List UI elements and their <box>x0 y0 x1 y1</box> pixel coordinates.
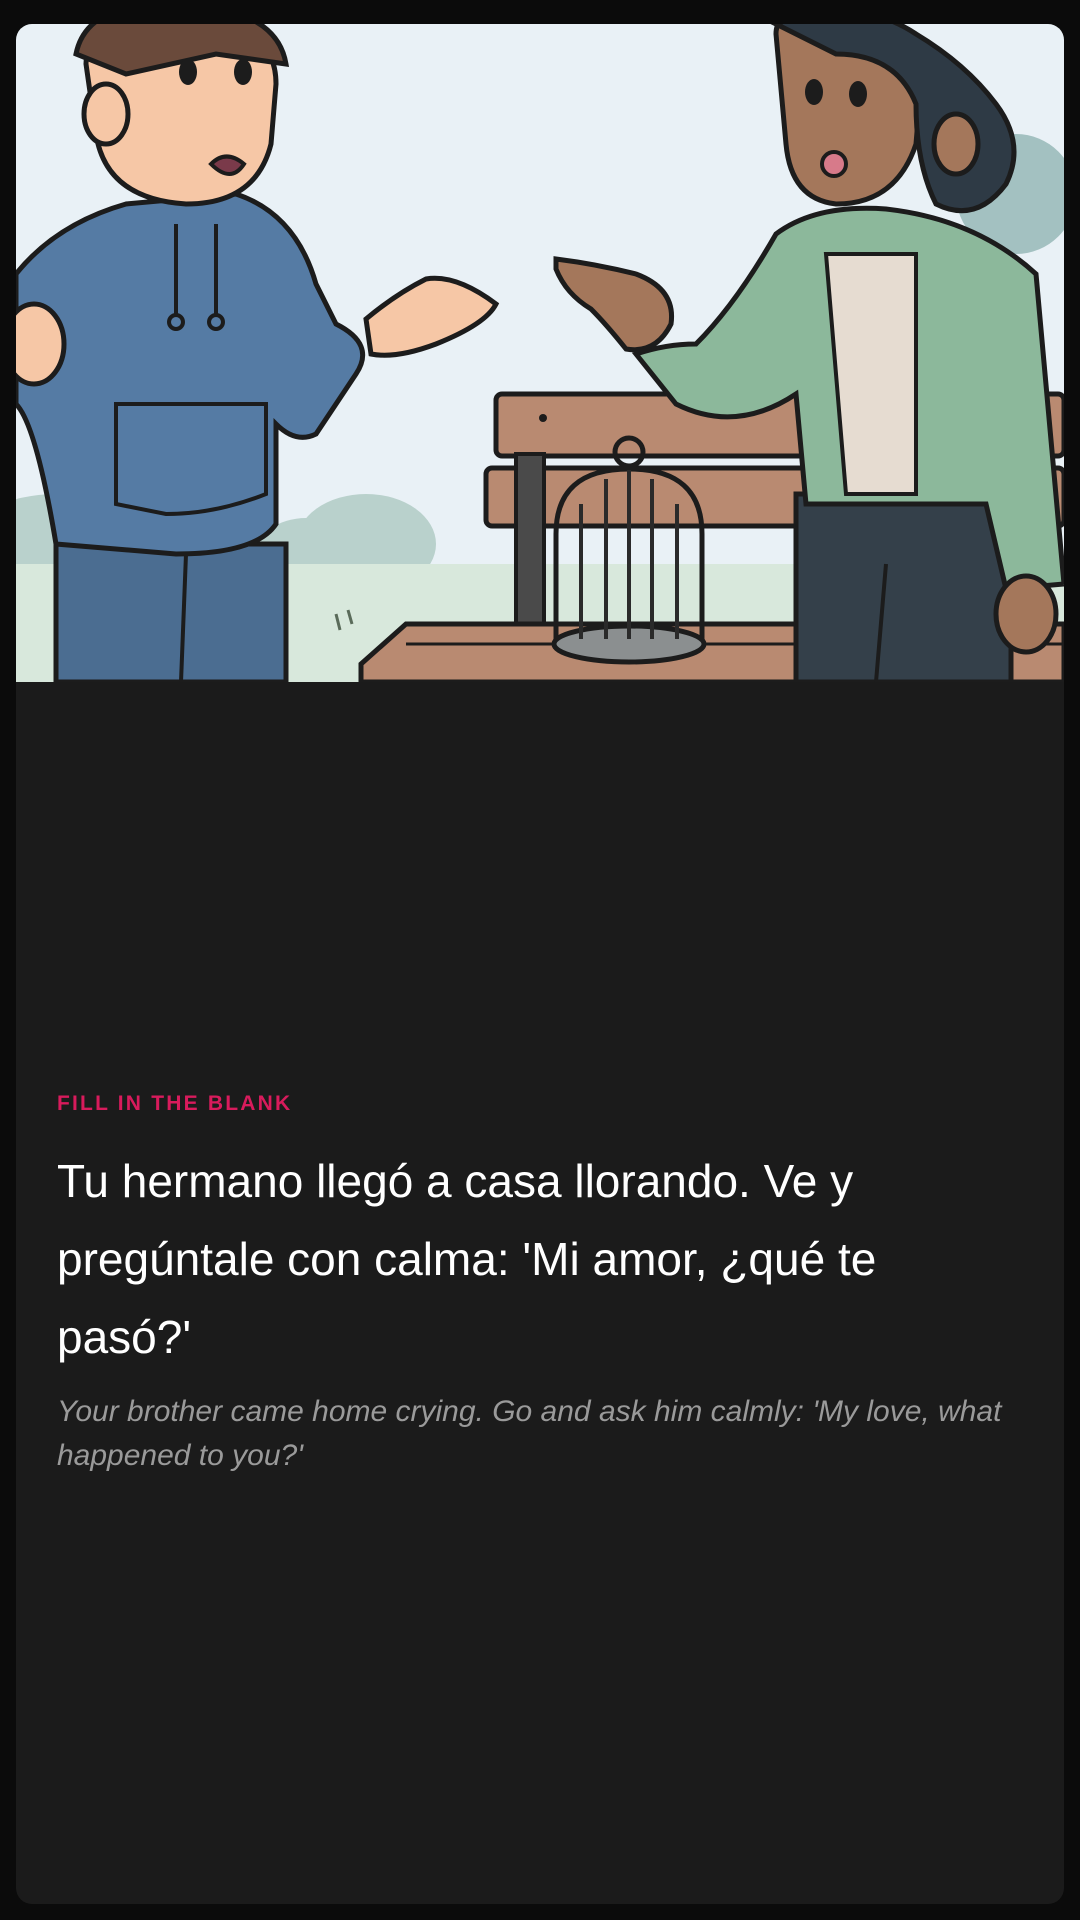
exercise-content: FILL IN THE BLANK Tu hermano llegó a cas… <box>57 1092 1017 1478</box>
scene-illustration <box>16 24 1064 682</box>
exercise-translation: Your brother came home crying. Go and as… <box>57 1395 1002 1472</box>
exercise-type-label: FILL IN THE BLANK <box>57 1092 293 1115</box>
exercise-prompt: Tu hermano llegó a casa llorando. Ve y p… <box>57 1155 877 1363</box>
exercise-card: FILL IN THE BLANK Tu hermano llegó a cas… <box>16 24 1064 1904</box>
